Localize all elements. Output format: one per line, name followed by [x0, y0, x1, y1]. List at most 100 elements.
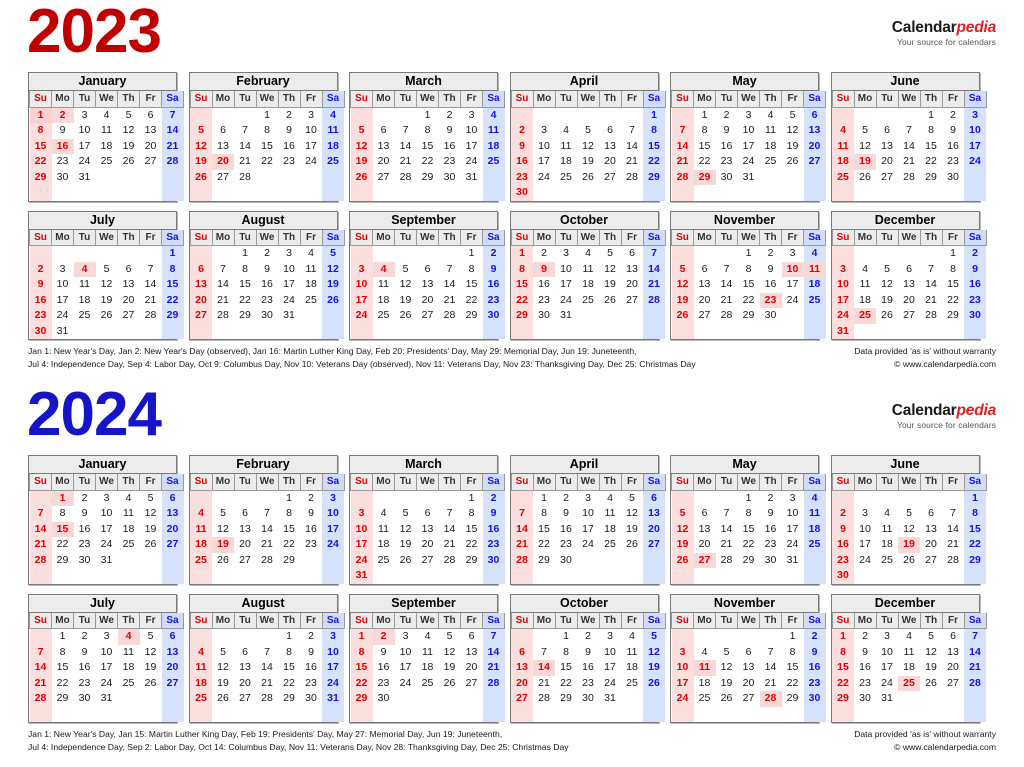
day-cell[interactable]: 8 — [782, 645, 804, 661]
month-card[interactable]: November Su Mo Tu We Th Fr Sa 1 2 3 4 5 6 7 8 9 10 11 12 13 1… — [670, 593, 826, 723]
day-cell[interactable]: 2 — [439, 107, 461, 123]
day-cell[interactable]: 25 — [803, 537, 826, 553]
day-cell[interactable]: 8 — [52, 645, 74, 661]
day-cell[interactable]: 4 — [118, 490, 140, 506]
day-cell[interactable]: 8 — [643, 123, 665, 139]
day-cell[interactable]: 11 — [693, 660, 716, 676]
day-cell[interactable]: 7 — [621, 123, 643, 139]
day-cell[interactable]: 24 — [782, 537, 804, 553]
day-cell[interactable]: 17 — [832, 292, 854, 308]
day-cell[interactable]: 22 — [256, 154, 278, 170]
day-cell[interactable]: 16 — [964, 277, 986, 293]
day-cell[interactable]: 13 — [161, 644, 184, 660]
day-cell[interactable]: 4 — [876, 506, 898, 522]
day-cell[interactable]: 5 — [140, 490, 162, 506]
day-cell[interactable]: 16 — [439, 139, 461, 155]
day-cell[interactable]: 31 — [832, 323, 854, 339]
day-cell[interactable]: 17 — [395, 660, 417, 676]
day-cell[interactable]: 20 — [803, 138, 826, 154]
day-cell[interactable]: 4 — [694, 645, 716, 661]
day-cell[interactable]: 21 — [760, 676, 782, 692]
day-cell[interactable]: 7 — [395, 123, 417, 139]
day-cell[interactable]: 30 — [300, 691, 322, 707]
day-cell[interactable]: 1 — [832, 628, 854, 645]
day-cell[interactable]: 6 — [599, 123, 621, 139]
day-cell[interactable]: 19 — [395, 293, 417, 309]
day-cell[interactable]: 1 — [278, 490, 300, 506]
day-cell[interactable]: 8 — [461, 262, 483, 278]
day-cell[interactable]: 30 — [74, 553, 96, 569]
day-cell[interactable]: 20 — [643, 521, 665, 537]
day-cell[interactable]: 18 — [190, 537, 212, 553]
day-cell[interactable]: 24 — [555, 293, 577, 309]
day-cell[interactable]: 12 — [876, 277, 898, 293]
day-cell[interactable]: 21 — [671, 154, 694, 170]
day-cell[interactable]: 27 — [118, 308, 140, 324]
day-cell[interactable]: 25 — [898, 675, 920, 691]
day-cell[interactable]: 26 — [439, 676, 461, 692]
day-cell[interactable]: 10 — [96, 645, 118, 661]
day-cell[interactable]: 1 — [461, 246, 483, 262]
day-cell[interactable]: 6 — [621, 246, 643, 262]
day-cell[interactable]: 12 — [190, 138, 212, 154]
day-cell[interactable]: 3 — [782, 490, 804, 506]
day-cell[interactable]: 25 — [577, 293, 599, 309]
day-cell[interactable]: 22 — [52, 537, 74, 553]
day-cell[interactable]: 8 — [278, 506, 300, 522]
day-cell[interactable]: 20 — [417, 537, 439, 553]
day-cell[interactable]: 30 — [760, 308, 782, 324]
day-cell[interactable]: 18 — [577, 277, 599, 293]
day-cell[interactable]: 1 — [234, 246, 256, 262]
day-cell[interactable]: 6 — [461, 629, 483, 645]
day-cell[interactable]: 21 — [439, 537, 461, 553]
day-cell[interactable]: 22 — [738, 537, 760, 553]
day-cell[interactable]: 18 — [300, 277, 322, 293]
day-cell[interactable]: 16 — [373, 660, 395, 676]
day-cell[interactable]: 23 — [300, 537, 322, 553]
month-card[interactable]: June Su Mo Tu We Th Fr Sa 1 2 3 4 5 6 7 8 9 10 11 12 13 14 15 1… — [830, 72, 987, 202]
day-cell[interactable]: 21 — [621, 154, 643, 170]
day-cell[interactable]: 21 — [234, 154, 256, 170]
day-cell[interactable]: 27 — [738, 691, 760, 707]
day-cell[interactable]: 22 — [533, 537, 555, 553]
day-cell[interactable]: 23 — [373, 676, 395, 692]
day-cell[interactable]: 14 — [234, 139, 256, 155]
day-cell[interactable]: 23 — [52, 154, 74, 170]
day-cell[interactable]: 30 — [482, 308, 505, 324]
day-cell[interactable]: 23 — [533, 293, 555, 309]
day-cell[interactable]: 15 — [278, 522, 300, 538]
day-cell[interactable]: 11 — [555, 139, 577, 155]
day-cell[interactable]: 26 — [322, 292, 344, 308]
day-cell[interactable]: 2 — [760, 246, 782, 262]
day-cell[interactable]: 25 — [694, 691, 716, 707]
day-cell[interactable]: 18 — [322, 138, 344, 154]
month-card[interactable]: May Su Mo Tu We Th Fr Sa 1 2 3 4 5 6 7 8 9 10 11 12 13 14 15 16… — [670, 455, 826, 585]
day-cell[interactable]: 4 — [803, 490, 826, 506]
day-cell[interactable]: 26 — [577, 170, 599, 186]
day-cell[interactable]: 31 — [74, 170, 96, 186]
day-cell[interactable]: 8 — [417, 123, 439, 139]
day-cell[interactable]: 7 — [942, 506, 964, 522]
day-cell[interactable]: 13 — [417, 277, 439, 293]
day-cell[interactable]: 12 — [716, 660, 738, 676]
day-cell[interactable]: 23 — [29, 308, 52, 324]
day-cell[interactable]: 21 — [256, 676, 278, 692]
day-cell[interactable]: 20 — [694, 537, 716, 553]
day-cell[interactable]: 16 — [74, 660, 96, 676]
day-cell[interactable]: 18 — [190, 675, 212, 691]
month-card[interactable]: November Su Mo Tu We Th Fr Sa 1 2 3 4 5 6 7 8 9 10 11 12 13 1… — [670, 210, 826, 340]
day-cell[interactable]: 13 — [190, 277, 212, 293]
day-cell[interactable]: 19 — [782, 139, 804, 155]
day-cell[interactable]: 4 — [373, 506, 395, 522]
day-cell[interactable]: 1 — [942, 246, 964, 262]
day-cell[interactable]: 23 — [759, 292, 782, 308]
day-cell[interactable]: 2 — [760, 490, 782, 506]
day-cell[interactable]: 22 — [643, 154, 665, 170]
day-cell[interactable]: 14 — [439, 522, 461, 538]
day-cell[interactable]: 30 — [803, 691, 826, 707]
day-cell[interactable]: 12 — [671, 277, 694, 293]
day-cell[interactable]: 9 — [577, 645, 599, 661]
day-cell[interactable]: 1 — [694, 107, 716, 123]
day-cell[interactable]: 14 — [533, 660, 555, 676]
day-cell[interactable]: 27 — [161, 537, 184, 553]
